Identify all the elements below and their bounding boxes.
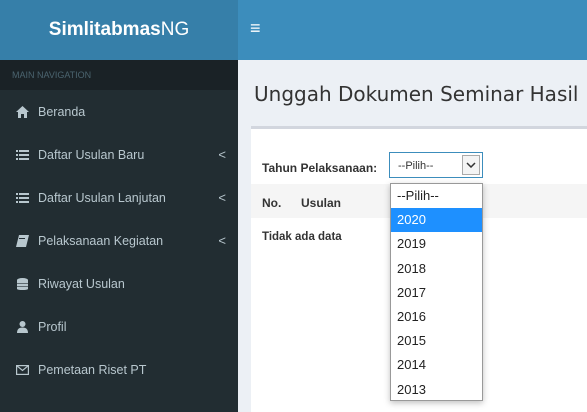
sidebar-item-label: Daftar Usulan Lanjutan (38, 190, 166, 205)
year-dropdown-list: --Pilih-- 2020 2019 2018 2017 2016 2015 … (390, 183, 483, 401)
year-select[interactable]: --Pilih-- (389, 152, 483, 178)
sidebar-item-beranda[interactable]: Beranda (0, 90, 238, 133)
year-filter-label: Tahun Pelaksanaan: (262, 161, 378, 175)
hamburger-menu-icon[interactable]: ≡ (250, 18, 261, 38)
chevron-left-icon: < (218, 233, 226, 248)
sidebar-item-label: Daftar Usulan Baru (38, 147, 145, 162)
sidebar-item-label: Pemetaan Riset PT (38, 362, 147, 377)
book-icon (14, 234, 30, 247)
sidebar: MAIN NAVIGATION Beranda Daftar Usulan Ba… (0, 60, 238, 412)
home-icon (14, 105, 30, 118)
chevron-down-icon[interactable] (462, 155, 480, 175)
logo-light-text: NG (160, 19, 190, 40)
sidebar-item-riwayat-usulan[interactable]: Riwayat Usulan (0, 262, 238, 305)
sidebar-item-label: Profil (38, 319, 67, 334)
column-header-no: No. (262, 196, 282, 210)
sidebar-item-label: Beranda (38, 104, 86, 119)
year-select-value: --Pilih-- (398, 160, 434, 172)
empty-table-message: Tidak ada data (262, 231, 342, 243)
year-option-pilih[interactable]: --Pilih-- (391, 184, 482, 208)
sidebar-header: MAIN NAVIGATION (0, 60, 238, 90)
page-title: Unggah Dokumen Seminar Hasil (254, 82, 579, 106)
year-option-2015[interactable]: 2015 (391, 329, 482, 353)
envelope-icon (14, 364, 30, 375)
year-option-2013[interactable]: 2013 (391, 378, 482, 402)
chevron-left-icon: < (218, 147, 226, 162)
logo-bold-text: Simlitabmas (48, 19, 161, 40)
database-icon (14, 277, 30, 290)
sidebar-item-label: Riwayat Usulan (38, 276, 125, 291)
sidebar-item-label: Pelaksanaan Kegiatan (38, 233, 164, 248)
year-option-2019[interactable]: 2019 (391, 232, 482, 256)
list-icon (14, 149, 30, 161)
sidebar-item-daftar-usulan-baru[interactable]: Daftar Usulan Baru < (0, 133, 238, 176)
sidebar-item-daftar-usulan-lanjutan[interactable]: Daftar Usulan Lanjutan < (0, 176, 238, 219)
column-header-usulan: Usulan (301, 196, 342, 210)
chevron-left-icon: < (218, 190, 226, 205)
year-option-2017[interactable]: 2017 (391, 281, 482, 305)
sidebar-item-pemetaan-riset-pt[interactable]: Pemetaan Riset PT (0, 348, 238, 391)
year-option-2020[interactable]: 2020 (391, 208, 482, 233)
top-navbar (238, 0, 587, 60)
sidebar-item-pelaksanaan-kegiatan[interactable]: Pelaksanaan Kegiatan < (0, 219, 238, 262)
year-option-2016[interactable]: 2016 (391, 305, 482, 329)
year-option-2014[interactable]: 2014 (391, 353, 482, 377)
user-icon (14, 320, 30, 333)
list-icon (14, 192, 30, 204)
app-logo[interactable]: Simlitabmas NG (0, 0, 238, 60)
year-option-2018[interactable]: 2018 (391, 257, 482, 281)
sidebar-item-profil[interactable]: Profil (0, 305, 238, 348)
